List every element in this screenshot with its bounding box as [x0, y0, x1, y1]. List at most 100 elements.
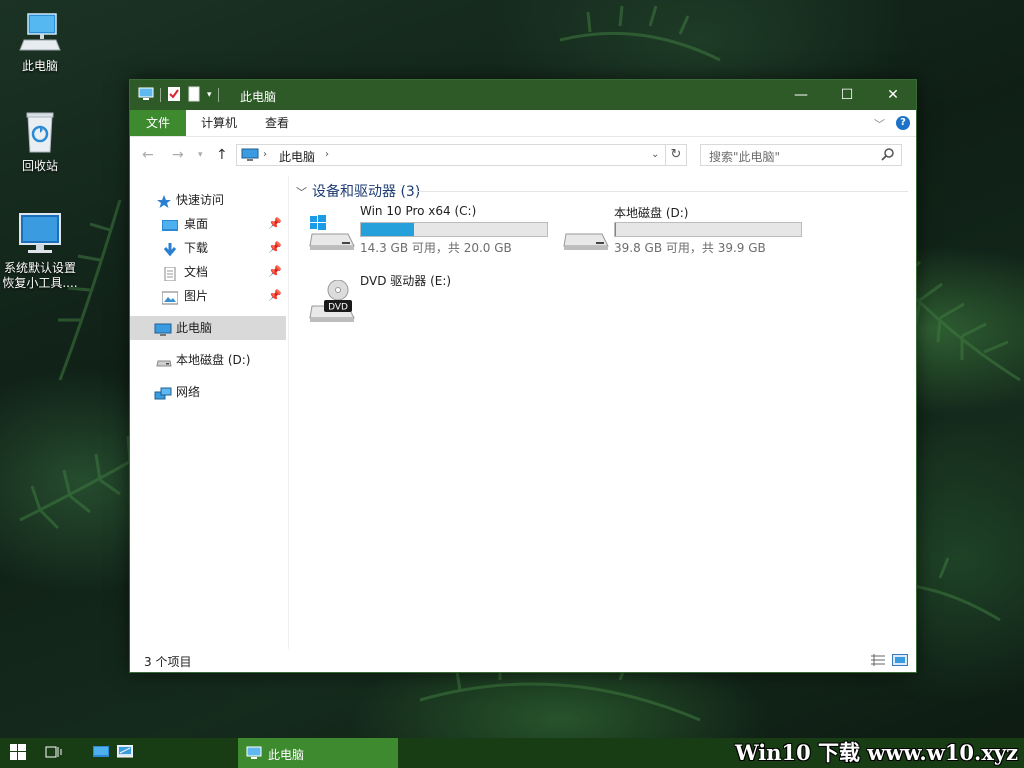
- help-icon[interactable]: ?: [896, 116, 910, 130]
- document-icon: [162, 265, 178, 282]
- drive-name: 本地磁盘 (D:): [614, 206, 689, 220]
- desktop-icon-label: 系统默认设置恢复小工具....: [2, 261, 78, 290]
- drive-c[interactable]: Win 10 Pro x64 (C:) 14.3 GB 可用，共 20.0 GB: [308, 204, 558, 260]
- pictures-icon: [161, 289, 179, 305]
- tab-view[interactable]: 查看: [254, 110, 300, 136]
- network-icon: [154, 385, 172, 400]
- desktop-icon-reset-tool[interactable]: 系统默认设置恢复小工具....: [0, 212, 80, 291]
- drive-d[interactable]: 本地磁盘 (D:) 39.8 GB 可用，共 39.9 GB: [562, 204, 812, 260]
- search-input[interactable]: 搜索"此电脑": [700, 144, 902, 166]
- new-folder-icon[interactable]: [187, 86, 201, 105]
- large-icons-view-icon[interactable]: [892, 654, 908, 669]
- drive-icon: [562, 212, 610, 252]
- collapse-group-icon[interactable]: ﹀: [296, 184, 307, 200]
- monitor-icon: [16, 212, 64, 258]
- tab-computer[interactable]: 计算机: [190, 110, 248, 136]
- refresh-button[interactable]: ↻: [666, 144, 687, 166]
- search-placeholder: 搜索"此电脑": [709, 150, 781, 164]
- recycle-bin-icon: [16, 110, 64, 156]
- title-bar[interactable]: ▾ 此电脑 — ☐ ✕: [130, 80, 916, 110]
- up-button[interactable]: ↑: [216, 147, 228, 163]
- nav-downloads[interactable]: 下载 📌: [130, 236, 286, 260]
- search-icon: [881, 147, 895, 164]
- drive-space-info: 39.8 GB 可用，共 39.9 GB: [614, 241, 766, 255]
- start-button[interactable]: [0, 738, 36, 768]
- recent-locations-icon[interactable]: ▾: [198, 150, 203, 160]
- divider: [217, 88, 219, 102]
- control-panel-icon: [116, 744, 134, 762]
- windows-logo-icon: [10, 743, 26, 763]
- divider: [418, 191, 908, 192]
- pin-icon[interactable]: 📌: [268, 284, 282, 308]
- drive-name: Win 10 Pro x64 (C:): [360, 204, 477, 218]
- taskbar-item-this-pc[interactable]: 此电脑: [238, 738, 398, 768]
- drive-icon: [156, 353, 172, 367]
- breadcrumb-separator-icon[interactable]: ›: [263, 149, 267, 160]
- nav-label: 图片: [184, 289, 209, 303]
- nav-label: 桌面: [184, 217, 209, 231]
- nav-label: 快速访问: [176, 193, 225, 207]
- desktop-icon-this-pc[interactable]: 此电脑: [0, 10, 80, 74]
- ribbon-tabs: 文件 计算机 查看 ﹀ ?: [130, 110, 916, 137]
- nav-quick-access[interactable]: 快速访问: [130, 188, 286, 212]
- customize-dropdown-icon[interactable]: ▾: [207, 90, 212, 100]
- breadcrumb-separator-icon[interactable]: ›: [325, 149, 329, 160]
- drive-e-dvd[interactable]: DVD DVD 驱动器 (E:): [308, 272, 558, 328]
- drive-usage-bar: [614, 222, 802, 237]
- divider: [160, 88, 161, 102]
- properties-icon[interactable]: [167, 86, 181, 105]
- nav-documents[interactable]: 文档 📌: [130, 260, 286, 284]
- watermark-text: Win10 下载 www.w10.xyz: [735, 740, 1018, 765]
- view-switcher: [870, 654, 908, 669]
- drive-name: DVD 驱动器 (E:): [360, 274, 452, 288]
- address-toolbar: ← → ▾ ↑ › 此电脑 › ⌄ ↻ 搜索"此电脑": [130, 137, 916, 173]
- tab-file[interactable]: 文件: [130, 110, 186, 136]
- forward-button[interactable]: →: [172, 147, 184, 163]
- address-bar[interactable]: › 此电脑 › ⌄: [236, 144, 666, 166]
- windows-drive-icon: [308, 212, 356, 252]
- computer-icon: [241, 148, 259, 165]
- minimize-button[interactable]: —: [778, 80, 824, 110]
- desktop-icon-label: 回收站: [21, 159, 58, 173]
- computer-icon: [246, 746, 262, 763]
- nav-label: 此电脑: [176, 321, 213, 335]
- dvd-drive-icon: DVD: [308, 279, 356, 322]
- download-arrow-icon: [162, 241, 178, 257]
- desktop-icon: [93, 745, 109, 761]
- quick-launch-desktop[interactable]: [90, 738, 112, 768]
- desktop-icon-recycle-bin[interactable]: 回收站: [0, 110, 80, 174]
- drive-space-info: 14.3 GB 可用，共 20.0 GB: [360, 241, 512, 255]
- task-view-button[interactable]: [36, 738, 72, 768]
- computer-icon: [16, 10, 64, 56]
- nav-label: 下载: [184, 241, 209, 255]
- window-title: 此电脑: [240, 90, 277, 104]
- nav-label: 文档: [184, 265, 209, 279]
- nav-this-pc[interactable]: 此电脑: [130, 316, 286, 340]
- expand-ribbon-icon[interactable]: ﹀: [874, 116, 885, 132]
- task-view-icon: [45, 745, 63, 762]
- nav-label: 网络: [176, 385, 201, 399]
- close-button[interactable]: ✕: [870, 80, 916, 110]
- pin-icon[interactable]: 📌: [268, 212, 282, 236]
- pin-icon[interactable]: 📌: [268, 236, 282, 260]
- drive-usage-bar: [360, 222, 548, 237]
- nav-desktop[interactable]: 桌面 📌: [130, 212, 286, 236]
- nav-local-disk-d[interactable]: 本地磁盘 (D:): [130, 348, 286, 372]
- desktop-folder-icon: [162, 217, 178, 231]
- content-pane: ﹀ 设备和驱动器 (3) Win 10 Pro x64 (C:) 14.3 GB…: [290, 176, 914, 649]
- quick-access-toolbar: ▾: [138, 86, 219, 105]
- group-title[interactable]: 设备和驱动器 (3): [312, 181, 420, 201]
- address-dropdown-icon[interactable]: ⌄: [651, 149, 659, 160]
- status-bar: 3 个项目: [130, 650, 916, 672]
- pin-icon[interactable]: 📌: [268, 260, 282, 284]
- explorer-window: ▾ 此电脑 — ☐ ✕ 文件 计算机 查看 ﹀ ? ← → ▾ ↑ › 此电脑 …: [129, 79, 917, 673]
- item-count: 3 个项目: [144, 655, 192, 669]
- maximize-button[interactable]: ☐: [824, 80, 870, 110]
- quick-launch-control-panel[interactable]: [114, 738, 136, 768]
- breadcrumb-this-pc[interactable]: 此电脑: [279, 148, 315, 165]
- nav-pictures[interactable]: 图片 📌: [130, 284, 286, 308]
- back-button[interactable]: ←: [142, 147, 154, 163]
- nav-network[interactable]: 网络: [130, 380, 286, 404]
- desktop-icon-label: 此电脑: [21, 59, 58, 73]
- details-view-icon[interactable]: [870, 654, 886, 669]
